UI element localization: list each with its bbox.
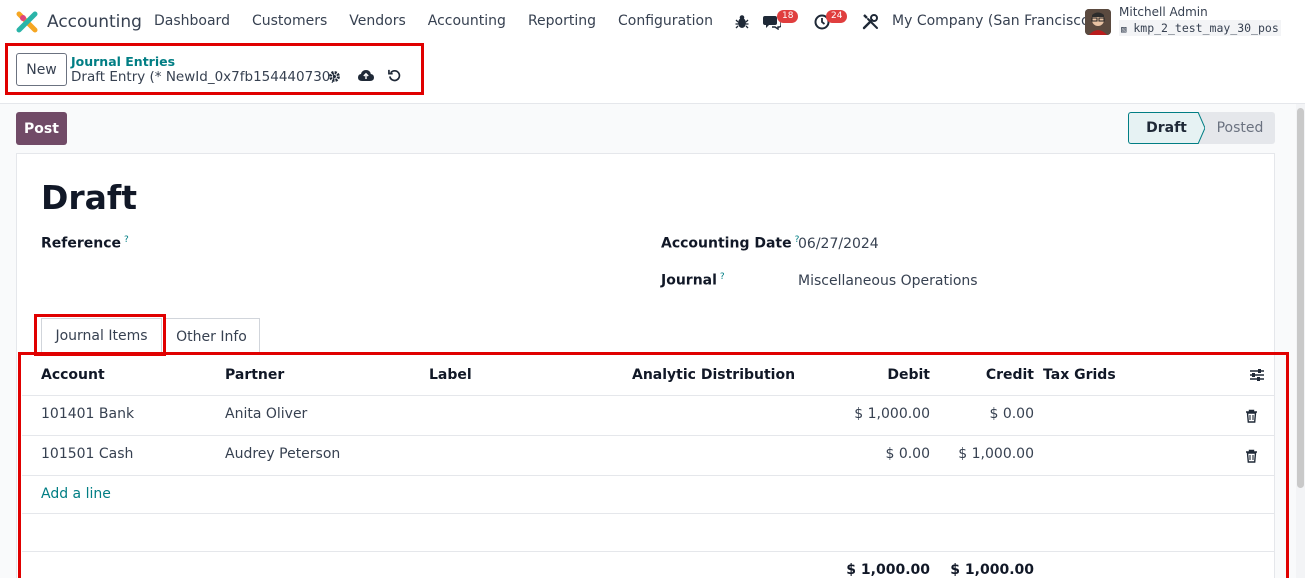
entry-title: Draft [41,178,138,217]
accounting-date-label: Accounting Date? [661,235,799,252]
journal-help-icon[interactable]: ? [720,272,725,282]
database-icon: ▧ [1121,25,1127,35]
tab-other-info[interactable]: Other Info [163,318,260,354]
stage-posted-label: Posted [1216,120,1264,136]
top-navbar: Accounting Dashboard Customers Vendors A… [0,0,1305,44]
highlight-box-breadcrumb [5,43,424,95]
stage-posted[interactable]: Posted [1195,112,1275,144]
database-name: ▧ kmp_2_test_may_30_pos [1119,20,1281,36]
messages-badge: 18 [777,10,799,23]
scrollbar-thumb[interactable] [1297,108,1304,488]
user-avatar-image [1085,9,1111,35]
accounting-date-label-text: Accounting Date [661,235,792,252]
user-avatar[interactable] [1085,9,1111,35]
journal-label-text: Journal [661,272,717,289]
journal-label: Journal? [661,272,725,289]
stage-draft-label: Draft [1146,120,1187,136]
menu-dashboard[interactable]: Dashboard [154,13,230,29]
highlight-box-table [18,352,1289,578]
user-name[interactable]: Mitchell Admin [1119,5,1208,19]
menu-customers[interactable]: Customers [252,13,327,29]
reference-label-text: Reference [41,235,122,252]
accounting-date-field[interactable]: 06/27/2024 [798,236,879,252]
stage-arrow [1189,112,1205,144]
menu-configuration[interactable]: Configuration [618,13,713,29]
stage-draft[interactable]: Draft [1128,112,1198,144]
menu-reporting[interactable]: Reporting [528,13,596,29]
app-name[interactable]: Accounting [47,12,142,32]
accounting-app-icon[interactable] [16,11,38,33]
reference-help-icon[interactable]: ? [124,235,129,245]
database-name-text: kmp_2_test_may_30_pos [1133,21,1279,35]
reference-label: Reference? [41,235,129,252]
journal-field[interactable]: Miscellaneous Operations [798,273,978,289]
main-menu: Dashboard Customers Vendors Accounting R… [154,13,735,29]
bug-icon[interactable] [735,14,749,29]
company-switcher[interactable]: My Company (San Francisco) [892,13,1095,29]
menu-accounting[interactable]: Accounting [428,13,506,29]
post-button[interactable]: Post [16,112,67,145]
highlight-box-tab [34,314,166,356]
tools-icon[interactable] [862,13,879,30]
menu-vendors[interactable]: Vendors [349,13,405,29]
activities-badge: 24 [826,10,848,23]
